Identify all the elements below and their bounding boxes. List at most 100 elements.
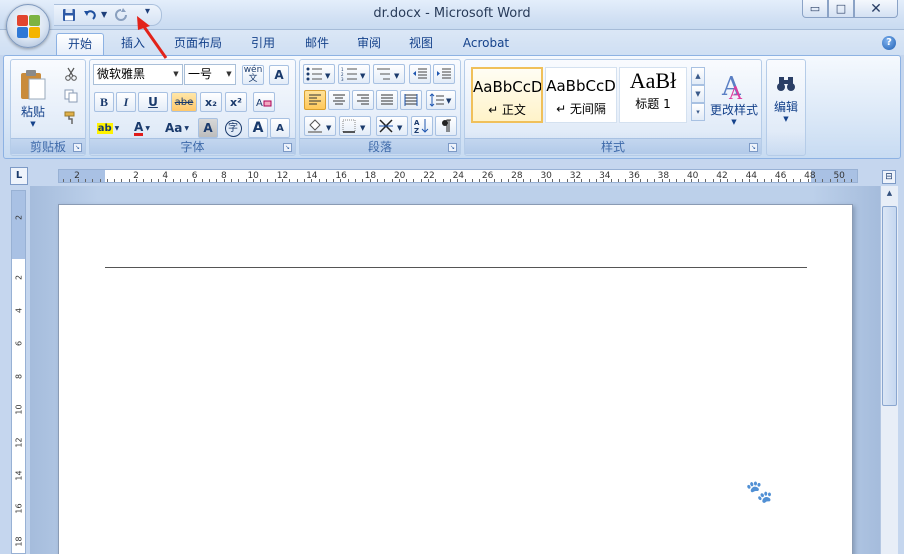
sort-button[interactable]: AZ [411,116,433,136]
ruler-tick-label: 18 [14,536,24,547]
help-icon[interactable]: ? [882,36,896,50]
superscript-button[interactable]: x² [225,92,247,112]
ruler-tick [99,179,101,182]
ruler-tick [179,179,181,182]
minimize-button[interactable]: ▭ [802,0,828,18]
phonetic-guide-button[interactable]: wén 文 [242,65,264,85]
shrink-font-button[interactable]: A [270,118,290,138]
strikethrough-button[interactable]: abe [171,92,197,112]
ruler-tick [457,179,459,182]
binoculars-icon [777,76,795,91]
ruler-tick-label: 40 [686,171,699,181]
style-no-spacing[interactable]: AaBbCcD ↵ 无间隔 [545,67,617,123]
italic-button[interactable]: I [116,92,136,112]
tab-acrobat[interactable]: Acrobat [455,33,517,55]
window-controls: ▭ □ ✕ [802,0,898,18]
office-button[interactable] [6,4,50,48]
horizontal-ruler[interactable]: 2 2 4 6 8 10 12 14 16 18 20 22 24 26 28 30 32 34 36 38 40 42 4… [58,169,858,183]
font-color-button[interactable]: A ▼ [128,118,156,138]
tab-insert[interactable]: 插入 [112,33,154,55]
ruler-tick [420,179,422,182]
gallery-down-icon[interactable]: ▼ [691,85,705,103]
tab-stop-selector[interactable]: L [10,167,28,185]
svg-text:Z: Z [414,127,419,134]
increase-indent-button[interactable] [433,64,455,84]
close-button[interactable]: ✕ [854,0,898,18]
editing-button[interactable]: 编辑 ▼ [769,64,803,132]
subscript-button[interactable]: x₂ [200,92,222,112]
format-painter-icon[interactable] [61,108,81,128]
ruler-tick [522,179,524,182]
tab-review[interactable]: 审阅 [348,33,390,55]
borders-button[interactable]: ▼ [339,116,371,136]
ruler-tick [63,179,64,182]
paragraph-launcher-icon[interactable]: ↘ [448,143,457,152]
enclose-char-button[interactable]: 字 [222,118,244,138]
line-spacing-button[interactable]: ▼ [426,90,456,110]
ruler-tick [851,179,853,182]
justify-button[interactable] [376,90,398,110]
font-family-select[interactable]: 微软雅黑 ▼ [93,64,183,85]
paint-bucket-icon: ▼ [308,119,332,133]
change-styles-button[interactable]: AA 更改样式 ▼ [709,64,759,132]
bold-button[interactable]: B [94,92,114,112]
styles-launcher-icon[interactable]: ↘ [749,143,758,152]
change-case-button[interactable]: Aa ▼ [162,118,192,138]
tab-home[interactable]: 开始 [56,33,104,55]
style-normal[interactable]: AaBbCcD ↵ 正文 [471,67,543,123]
gallery-more-icon[interactable]: ▾ [691,103,705,121]
ruler-tick [479,179,481,182]
style-normal-name: ↵ 正文 [488,103,526,117]
clear-format-button[interactable]: A [253,92,275,112]
underline-button[interactable]: U [138,92,168,112]
ruler-tick [785,179,787,182]
align-left-button[interactable] [304,90,326,110]
svg-text:A: A [728,83,743,101]
vertical-ruler[interactable]: 2 2 4 6 8 10 12 14 16 18 [11,190,26,554]
font-size-select[interactable]: 一号 ▼ [184,64,236,85]
decrease-indent-button[interactable] [409,64,431,84]
char-border-button[interactable]: A [269,65,289,85]
shading-button[interactable]: ▼ [304,116,336,136]
char-shading-button[interactable]: A [198,118,218,138]
bullets-button[interactable]: ▼ [303,64,335,84]
ruler-tick [428,179,429,182]
ruler-tick-label: 46 [774,171,787,181]
numbering-button[interactable]: 1 2 3 ▼ [338,64,370,84]
paste-button[interactable]: 粘贴 ▼ [15,63,51,133]
document-page[interactable] [58,204,853,554]
ruler-top-margin [12,191,25,259]
show-marks-button[interactable] [435,116,457,136]
styles-gallery-scroll: ▲ ▼ ▾ [691,67,705,123]
font-launcher-icon[interactable]: ↘ [283,143,292,152]
align-right-button[interactable] [352,90,374,110]
distributed-button[interactable] [400,90,422,110]
copy-icon[interactable] [61,86,81,106]
tab-mailings[interactable]: 邮件 [296,33,338,55]
gallery-up-icon[interactable]: ▲ [691,67,705,85]
ruler-tick [712,179,714,182]
tab-references[interactable]: 引用 [242,33,284,55]
clipboard-launcher-icon[interactable]: ↘ [73,143,82,152]
change-styles-label: 更改样式 [710,102,759,117]
ruler-tick [734,179,736,182]
tab-view[interactable]: 视图 [400,33,442,55]
chinese-layout-button[interactable]: ▼ [376,116,408,136]
highlight-button[interactable]: ab ▼ [94,118,122,138]
cut-icon[interactable] [61,64,81,84]
ruler-tick [793,179,794,182]
ruler-tick [260,179,262,182]
tab-page-layout[interactable]: 页面布局 [166,33,230,55]
align-center-button[interactable] [328,90,350,110]
vertical-scrollbar[interactable]: ▲ [880,186,898,554]
maximize-button[interactable]: □ [828,0,854,18]
style-heading-1[interactable]: AaBł 标题 1 [619,67,687,123]
svg-text:▼: ▼ [397,124,403,132]
multilevel-list-button[interactable]: ▼ [373,64,405,84]
ruler-tick [544,179,546,182]
scroll-up-icon[interactable]: ▲ [882,189,897,203]
grow-font-button[interactable]: A [248,118,268,138]
view-ruler-icon[interactable]: ⊟ [882,170,896,184]
scrollbar-thumb[interactable] [882,206,897,406]
ruler-tick [566,179,568,182]
